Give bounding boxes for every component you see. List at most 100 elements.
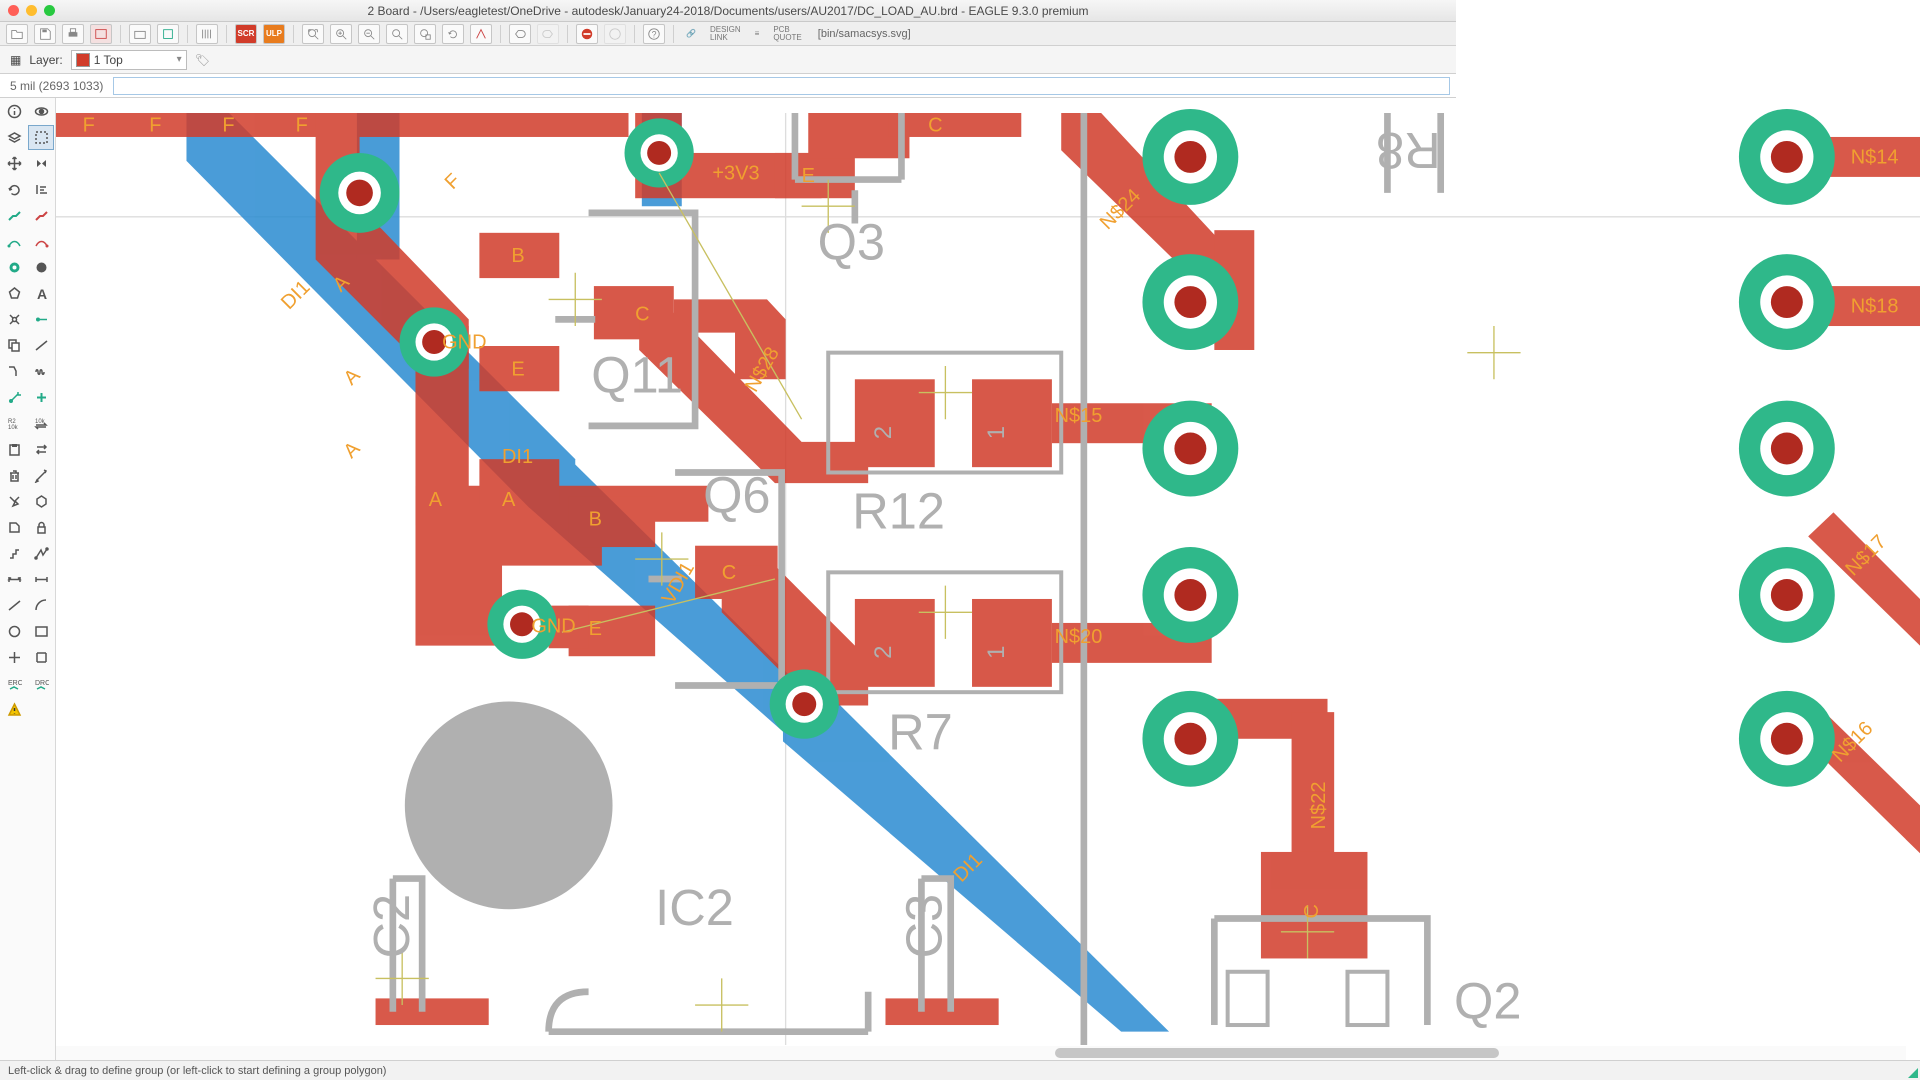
miter-tool[interactable] xyxy=(1,359,27,384)
save-button[interactable] xyxy=(34,24,56,44)
pinswap-tool[interactable] xyxy=(28,437,54,462)
go-button[interactable] xyxy=(604,24,626,44)
line-tool[interactable] xyxy=(28,333,54,358)
paste-tool[interactable] xyxy=(1,437,27,462)
split-tool[interactable] xyxy=(1,307,27,332)
ripup-tool[interactable] xyxy=(28,203,54,228)
wire-tool[interactable] xyxy=(1,593,27,618)
arc-tool[interactable] xyxy=(28,593,54,618)
lock-tool[interactable] xyxy=(28,515,54,540)
attribute-tool[interactable] xyxy=(28,489,54,514)
svg-text:N$22: N$22 xyxy=(1308,782,1330,830)
meander-tool[interactable] xyxy=(28,359,54,384)
copy-tool[interactable] xyxy=(1,333,27,358)
svg-text:A: A xyxy=(340,437,365,462)
mark-tool[interactable] xyxy=(1,645,27,670)
change-tool[interactable] xyxy=(28,463,54,488)
resize-handle[interactable] xyxy=(1908,1068,1918,1078)
via-tool[interactable] xyxy=(1,255,27,280)
mirror-tool[interactable] xyxy=(28,151,54,176)
svg-text:C: C xyxy=(722,562,736,584)
circle-tool[interactable] xyxy=(1,619,27,644)
cam-button[interactable] xyxy=(90,24,112,44)
library-button[interactable] xyxy=(196,24,218,44)
unroute-tool[interactable] xyxy=(28,229,54,254)
add-tool[interactable] xyxy=(28,385,54,410)
pcb-quote-button[interactable]: ≡ xyxy=(751,30,764,38)
rect-tool[interactable] xyxy=(28,619,54,644)
horizontal-scrollbar[interactable] xyxy=(56,1046,1906,1060)
name-tool[interactable] xyxy=(1,515,27,540)
scr-button[interactable]: SCR xyxy=(235,24,257,44)
polygon-tool[interactable] xyxy=(1,281,27,306)
design-link-label: DESIGNLINK xyxy=(706,26,745,42)
show-tool[interactable] xyxy=(28,99,54,124)
info-tool[interactable] xyxy=(1,99,27,124)
value-tool[interactable]: R210k xyxy=(1,411,27,436)
manufacturing-button[interactable] xyxy=(129,24,151,44)
dimension-v-tool[interactable] xyxy=(28,645,54,670)
dimension-h-tool[interactable] xyxy=(1,567,27,592)
board-canvas[interactable]: Q3 Q11 Q6 R12 R7 IC2 Q2 C2 C3 R8 +3V3 GN… xyxy=(56,98,1920,1060)
rotate-tool[interactable] xyxy=(1,177,27,202)
smash-tool[interactable] xyxy=(1,489,27,514)
errors-tool[interactable] xyxy=(1,697,27,722)
text-tool[interactable]: A xyxy=(28,281,54,306)
signal-tool[interactable] xyxy=(28,307,54,332)
left-toolbox: A R210k 10k ERC DRC xyxy=(0,98,56,1060)
svg-text:10k: 10k xyxy=(8,425,19,431)
tag-icon[interactable]: 🏷 xyxy=(195,53,210,67)
stop-button[interactable] xyxy=(576,24,598,44)
schematic-switch-button[interactable] xyxy=(157,24,179,44)
fanout-tool[interactable] xyxy=(1,385,27,410)
rotate-button[interactable] xyxy=(442,24,464,44)
dimension-tool[interactable] xyxy=(28,567,54,592)
hole-tool[interactable] xyxy=(28,255,54,280)
ulp-button[interactable]: ULP xyxy=(263,24,285,44)
align-tool[interactable] xyxy=(28,177,54,202)
quickroute-tool[interactable] xyxy=(1,229,27,254)
command-input[interactable] xyxy=(113,77,1450,95)
minimize-window-button[interactable] xyxy=(26,5,37,16)
delete-tool[interactable] xyxy=(1,463,27,488)
drc-tool[interactable]: DRC xyxy=(28,671,54,696)
design-link-button[interactable]: 🔗 xyxy=(682,30,700,38)
svg-text:E: E xyxy=(589,618,602,640)
zoom-out-button[interactable] xyxy=(358,24,380,44)
svg-text:C: C xyxy=(928,115,942,137)
optimize-tool[interactable] xyxy=(1,541,27,566)
zoom-in-button[interactable] xyxy=(330,24,352,44)
zoom-redraw-button[interactable] xyxy=(386,24,408,44)
redo-button[interactable] xyxy=(537,24,559,44)
recent-file-label: [bin/samacsys.svg] xyxy=(812,28,917,40)
zoom-select-button[interactable] xyxy=(414,24,436,44)
layer-select[interactable]: 1 Top xyxy=(71,50,187,70)
svg-text:Q2: Q2 xyxy=(1454,972,1521,1029)
replace-tool[interactable]: 10k xyxy=(28,411,54,436)
flip-button[interactable] xyxy=(470,24,492,44)
status-text: Left-click & drag to define group (or le… xyxy=(8,1065,386,1077)
undo-button[interactable] xyxy=(509,24,531,44)
group-tool[interactable] xyxy=(28,125,54,150)
svg-text:N$14: N$14 xyxy=(1851,147,1899,169)
erc-tool[interactable]: ERC xyxy=(1,671,27,696)
print-button[interactable] xyxy=(62,24,84,44)
layers-tool[interactable] xyxy=(1,125,27,150)
svg-text:B: B xyxy=(589,509,602,531)
move-tool[interactable] xyxy=(1,151,27,176)
open-button[interactable] xyxy=(6,24,28,44)
help-button[interactable]: ? xyxy=(643,24,665,44)
zoom-window-button[interactable] xyxy=(44,5,55,16)
close-window-button[interactable] xyxy=(8,5,19,16)
grid-icon[interactable]: ▦ xyxy=(10,53,21,67)
svg-text:E: E xyxy=(802,165,815,187)
svg-text:F: F xyxy=(296,115,308,137)
svg-text:F: F xyxy=(441,170,465,194)
zoom-fit-button[interactable] xyxy=(302,24,324,44)
svg-text:C2: C2 xyxy=(363,894,420,959)
route-tool[interactable] xyxy=(1,203,27,228)
svg-text:A: A xyxy=(502,489,516,511)
layer-bar: ▦ Layer: 1 Top 🏷 xyxy=(0,46,1456,74)
ratsnest-tool[interactable] xyxy=(28,541,54,566)
svg-text:N$15: N$15 xyxy=(1055,405,1103,427)
